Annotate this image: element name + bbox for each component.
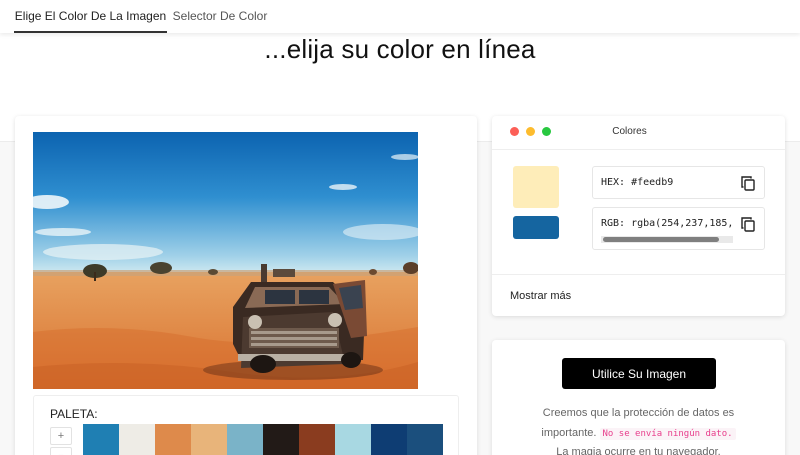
palette-swatch[interactable]	[83, 424, 119, 455]
selected-color-swatch	[513, 166, 559, 208]
palette-swatch[interactable]	[407, 424, 443, 455]
use-image-card: Utilice Su Imagen Creemos que la protecc…	[492, 340, 785, 455]
palette-swatch[interactable]	[299, 424, 335, 455]
colors-panel: Colores HEX: #feedb9 RGB: rgba(254,237,1…	[492, 116, 785, 316]
palette-swatch[interactable]	[335, 424, 371, 455]
palette-swatch[interactable]	[263, 424, 299, 455]
privacy-text-line-2: importante. No se envía ningún dato.	[492, 423, 785, 444]
horizontal-scrollbar[interactable]	[601, 236, 733, 243]
scrollbar-thumb[interactable]	[603, 237, 719, 242]
zoom-in-button[interactable]: +	[50, 427, 72, 445]
palette-title: PALETA:	[50, 407, 98, 421]
rgb-value-field[interactable]: RGB: rgba(254,237,185,	[592, 207, 765, 250]
uploaded-image[interactable]	[33, 132, 418, 389]
desert-car-photo[interactable]	[33, 132, 418, 389]
hex-value-field[interactable]: HEX: #feedb9	[592, 166, 765, 199]
page-title: ...elija su color en línea	[264, 34, 536, 64]
rgb-value-text: RGB: rgba(254,237,185,	[601, 218, 734, 229]
copy-icon[interactable]	[741, 217, 755, 232]
show-more-link[interactable]: Mostrar más	[510, 290, 571, 302]
tab-color-picker[interactable]: Selector De Color	[170, 0, 270, 32]
tab-bar: Elige El Color De La Imagen Selector De …	[0, 0, 800, 33]
tab-pick-color-from-image[interactable]: Elige El Color De La Imagen	[14, 0, 167, 33]
privacy-text-line-3: La magia ocurre en tu navegador.	[556, 446, 721, 455]
palette-swatch[interactable]	[371, 424, 407, 455]
palette-swatches	[83, 424, 443, 455]
use-your-image-button[interactable]: Utilice Su Imagen	[562, 358, 716, 389]
window-title-bar: Colores	[492, 116, 785, 150]
divider	[492, 274, 785, 275]
palette-swatch[interactable]	[119, 424, 155, 455]
colors-panel-title: Colores	[612, 126, 647, 137]
copy-icon[interactable]	[741, 176, 755, 191]
palette-swatch[interactable]	[155, 424, 191, 455]
secondary-color-swatch	[513, 216, 559, 239]
privacy-text-line-1: Creemos que la protección de datos es	[542, 407, 735, 419]
zoom-out-button[interactable]: −	[50, 447, 72, 455]
palette-swatch[interactable]	[227, 424, 263, 455]
palette-panel: PALETA: + −	[33, 395, 459, 455]
hex-value-text: HEX: #feedb9	[601, 177, 674, 188]
palette-swatch[interactable]	[191, 424, 227, 455]
image-card: PALETA: + −	[15, 116, 477, 455]
privacy-code-note: No se envía ningún dato.	[599, 428, 736, 440]
privacy-text-prefix: importante.	[541, 427, 597, 439]
